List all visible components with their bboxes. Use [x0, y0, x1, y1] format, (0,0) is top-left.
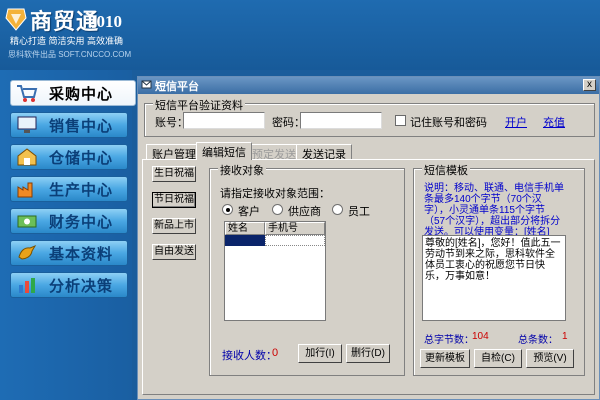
- radio-staff-label: 员工: [348, 206, 370, 218]
- warehouse-icon: [15, 146, 39, 168]
- bird-icon: [15, 242, 39, 264]
- sms-icon: [141, 79, 152, 93]
- verify-group: 短信平台验证资料 账号： 密码： 记住账号和密码 开户 充值: [144, 97, 595, 137]
- range-label: 请指定接收对象范围：: [220, 188, 330, 200]
- nav-label: 财务中心: [49, 213, 114, 231]
- remember-checkbox[interactable]: [395, 115, 406, 126]
- radio-staff[interactable]: [332, 204, 343, 215]
- password-input[interactable]: [300, 112, 382, 129]
- monitor-icon: [15, 114, 39, 136]
- template-description: 说明：移动、联通、电信手机单条最多140个字节（70个汉字），小灵通单条115个…: [424, 183, 564, 238]
- dialog-title: 短信平台: [155, 80, 199, 93]
- recipient-grid[interactable]: 姓名 手机号: [224, 221, 326, 321]
- recipients-group: 接收对象 请指定接收对象范围： 客户 供应商 员工 姓名 手机号 接收人数： 0…: [209, 162, 405, 376]
- tab-edit-sms[interactable]: 编辑短信: [196, 142, 252, 160]
- money-icon: [15, 210, 39, 232]
- nav-label: 分析决策: [49, 277, 114, 295]
- app-slogan: 精心打造 简洁实用 高效准确: [10, 36, 124, 46]
- nav-item-warehouse[interactable]: 仓储中心: [10, 144, 128, 170]
- grid-selected-cell[interactable]: [225, 235, 265, 246]
- app-header: 商贸通 2010 精心打造 简洁实用 高效准确 思科软件出品 SOFT.CNCC…: [0, 0, 600, 70]
- nav-label: 销售中心: [49, 117, 114, 135]
- edit-sms-panel: 生日祝福 节日祝福 新品上市 自由发送 接收对象 请指定接收对象范围： 客户 供…: [142, 159, 595, 395]
- nav-label: 仓储中心: [49, 149, 114, 167]
- bytes-label: 总字节数：: [424, 335, 474, 346]
- nav-item-sales[interactable]: 销售中心: [10, 112, 128, 138]
- column-name[interactable]: 姓名: [225, 222, 265, 235]
- count-value: 1: [562, 331, 568, 342]
- template-textarea[interactable]: 尊敬的[姓名]，您好！值此五一劳动节到来之际，思科软件全体员工衷心的祝愿您节日快…: [422, 235, 566, 321]
- account-input[interactable]: [183, 112, 265, 129]
- radio-supplier-label: 供应商: [288, 206, 321, 218]
- count-label: 总条数：: [518, 335, 558, 346]
- logo-icon: [4, 6, 28, 35]
- verify-legend: 短信平台验证资料: [153, 97, 245, 113]
- delete-row-button[interactable]: 删行(D): [346, 344, 390, 363]
- holiday-button[interactable]: 节日祝福: [152, 192, 196, 208]
- nav-item-production[interactable]: 生产中心: [10, 176, 128, 202]
- template-group: 短信模板 说明：移动、联通、电信手机单条最多140个字节（70个汉字），小灵通单…: [413, 162, 585, 376]
- close-button[interactable]: x: [583, 79, 596, 91]
- tab-scheduled[interactable]: 预定发送: [246, 144, 302, 161]
- cart-icon: [15, 82, 39, 104]
- self-check-button[interactable]: 自检(C): [474, 349, 522, 368]
- template-legend: 短信模板: [422, 162, 470, 178]
- radio-supplier[interactable]: [272, 204, 283, 215]
- dialog-titlebar[interactable]: 短信平台: [138, 77, 599, 94]
- bytes-value: 104: [472, 331, 489, 342]
- radio-customer[interactable]: [222, 204, 233, 215]
- left-nav: 采购中心 销售中心 仓储中心 生产中心 财务中心 基本资料 分析决策: [0, 70, 136, 400]
- app-company: 思科软件出品 SOFT.CNCCO.COM: [8, 50, 132, 59]
- nav-item-purchase[interactable]: 采购中心: [10, 80, 136, 106]
- recharge-link[interactable]: 充值: [543, 114, 565, 130]
- radio-customer-label: 客户: [238, 206, 260, 218]
- new-product-button[interactable]: 新品上市: [152, 218, 196, 234]
- recipient-count-label: 接收人数：: [222, 350, 277, 362]
- tab-account[interactable]: 账户管理: [146, 144, 202, 161]
- app-version: 2010: [88, 12, 122, 31]
- nav-item-analysis[interactable]: 分析决策: [10, 272, 128, 298]
- update-template-button[interactable]: 更新模板: [420, 349, 470, 368]
- nav-item-finance[interactable]: 财务中心: [10, 208, 128, 234]
- register-link[interactable]: 开户: [505, 114, 527, 130]
- free-send-button[interactable]: 自由发送: [152, 244, 196, 260]
- preview-button[interactable]: 预览(V): [526, 349, 574, 368]
- sms-dialog: 短信平台 x 短信平台验证资料 账号： 密码： 记住账号和密码 开户 充值 账户…: [137, 76, 600, 400]
- nav-label: 基本资料: [49, 245, 114, 263]
- nav-label: 生产中心: [49, 181, 114, 199]
- factory-icon: [15, 178, 39, 200]
- nav-label: 采购中心: [49, 85, 114, 103]
- birthday-button[interactable]: 生日祝福: [152, 166, 196, 182]
- nav-item-basic-data[interactable]: 基本资料: [10, 240, 128, 266]
- tab-send-log[interactable]: 发送记录: [296, 144, 352, 161]
- chart-icon: [15, 274, 39, 296]
- grid-cell[interactable]: [265, 235, 325, 246]
- recipients-legend: 接收对象: [218, 162, 266, 178]
- column-phone[interactable]: 手机号: [265, 222, 325, 235]
- recipient-count-value: 0: [272, 347, 279, 359]
- remember-label: 记住账号和密码: [410, 117, 487, 129]
- add-row-button[interactable]: 加行(I): [298, 344, 342, 363]
